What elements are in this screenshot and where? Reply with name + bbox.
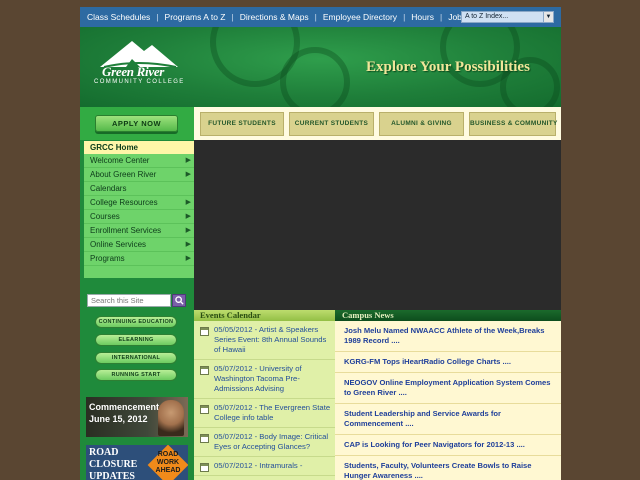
sidebar-item-about-green-river[interactable]: About Green River ▶: [84, 168, 194, 182]
chevron-right-icon: ▶: [185, 255, 191, 262]
tab-future-students[interactable]: FUTURE STUDENTS: [200, 112, 284, 136]
sidebar-item-label: Online Services: [90, 240, 147, 249]
tab-business-community[interactable]: BUSINESS & COMMUNITY: [469, 112, 557, 136]
nav-directions-maps[interactable]: Directions & Maps: [240, 12, 309, 22]
news-item[interactable]: Students, Faculty, Volunteers Create Bow…: [335, 456, 561, 480]
event-item[interactable]: 05/05/2012 - Artist & Speakers Series Ev…: [194, 321, 335, 360]
site-search-input[interactable]: Search this Site: [87, 294, 171, 307]
nav-class-schedules[interactable]: Class Schedules: [87, 12, 150, 22]
chevron-right-icon: ▶: [185, 157, 191, 164]
featured-slideshow[interactable]: [194, 140, 561, 310]
event-item[interactable]: 05/07/2012 - Body Image: Critical Eyes o…: [194, 428, 335, 457]
chevron-down-icon: ▼: [543, 12, 553, 22]
sidebar-item-label: Calendars: [90, 184, 127, 193]
college-logo[interactable]: Green River COMMUNITY COLLEGE: [92, 39, 184, 87]
search-button[interactable]: [172, 294, 186, 307]
calendar-icon: [200, 463, 209, 472]
nav-separator: |: [231, 12, 234, 22]
calendar-icon: [200, 434, 209, 443]
tab-current-students[interactable]: CURRENT STUDENTS: [289, 112, 374, 136]
event-item[interactable]: 05/07/2012 - University of Washington Ta…: [194, 360, 335, 399]
sidebar-item-label: Courses: [90, 212, 120, 221]
international-button[interactable]: INTERNATIONAL: [95, 352, 177, 364]
news-item[interactable]: KGRG-FM Tops iHeartRadio College Charts …: [335, 352, 561, 373]
promo-line-1: ROAD: [89, 447, 119, 458]
page-container: Class Schedules | Programs A to Z | Dire…: [80, 7, 561, 480]
elearning-button[interactable]: ELEARNING: [95, 334, 177, 346]
logo-name: Green River: [102, 64, 165, 79]
nav-separator: |: [314, 12, 317, 22]
promo-line-2: CLOSURE: [89, 459, 138, 470]
news-item[interactable]: Josh Melu Named NWAACC Athlete of the We…: [335, 321, 561, 352]
continuing-education-button[interactable]: CONTINUING EDUCATION: [95, 316, 177, 328]
chevron-right-icon: ▶: [185, 213, 191, 220]
chevron-right-icon: ▶: [185, 227, 191, 234]
event-item[interactable]: 05/07/2012 - The Evergreen State College…: [194, 399, 335, 428]
sidebar-item-enrollment-services[interactable]: Enrollment Services ▶: [84, 224, 194, 238]
a-to-z-index-select[interactable]: A to Z Index... ▼: [461, 11, 554, 23]
events-calendar: Events Calendar 05/05/2012 - Artist & Sp…: [194, 310, 335, 480]
logo-subtitle: COMMUNITY COLLEGE: [94, 79, 185, 85]
top-navigation: Class Schedules | Programs A to Z | Dire…: [80, 7, 561, 27]
event-text: 05/07/2012 - The Evergreen State College…: [214, 403, 331, 422]
calendar-icon: [200, 366, 209, 375]
sidebar-item-label: About Green River: [90, 170, 157, 179]
chevron-right-icon: ▶: [185, 241, 191, 248]
sidebar-item-welcome-center[interactable]: Welcome Center ▶: [84, 154, 194, 168]
sidebar-item-courses[interactable]: Courses ▶: [84, 210, 194, 224]
nav-separator: |: [156, 12, 159, 22]
campus-news: Campus News Josh Melu Named NWAACC Athle…: [335, 310, 561, 480]
search-placeholder: Search this Site: [91, 296, 144, 305]
promo-date: June 15, 2012: [89, 414, 148, 424]
chevron-right-icon: ▶: [185, 171, 191, 178]
sidebar-item-label: Programs: [90, 254, 125, 263]
calendar-icon: [200, 405, 209, 414]
events-calendar-heading[interactable]: Events Calendar: [194, 310, 335, 321]
road-sign-text: ROAD WORK AHEAD: [155, 451, 181, 474]
sidebar-item-home[interactable]: GRCC Home: [84, 141, 194, 154]
sidebar-item-college-resources[interactable]: College Resources ▶: [84, 196, 194, 210]
event-text: 05/07/2012 - University of Washington Ta…: [214, 364, 302, 393]
promo-line-3: UPDATES: [89, 471, 135, 480]
header-banner: Green River COMMUNITY COLLEGE Explore Yo…: [80, 27, 561, 107]
tagline: Explore Your Possibilities: [366, 59, 530, 75]
graduate-photo: [158, 400, 184, 436]
decorative-swirl: [280, 47, 350, 107]
sidebar-item-calendars[interactable]: Calendars: [84, 182, 194, 196]
event-item[interactable]: 05/07/2012 - Intramurals -: [194, 457, 335, 476]
a-to-z-select-value: A to Z Index...: [465, 13, 509, 20]
sidebar-item-label: Enrollment Services: [90, 226, 162, 235]
nav-programs-a-to-z[interactable]: Programs A to Z: [165, 12, 226, 22]
tab-alumni-giving[interactable]: ALUMNI & GIVING: [379, 112, 464, 136]
running-start-button[interactable]: RUNNING START: [95, 369, 177, 381]
nav-separator: |: [403, 12, 406, 22]
apply-now-button[interactable]: APPLY NOW: [95, 115, 178, 132]
event-text: 05/05/2012 - Artist & Speakers Series Ev…: [214, 325, 327, 354]
event-text: 05/07/2012 - Intramurals -: [214, 461, 303, 470]
nav-employee-directory[interactable]: Employee Directory: [323, 12, 397, 22]
news-item[interactable]: Student Leadership and Service Awards fo…: [335, 404, 561, 435]
chevron-right-icon: ▶: [185, 199, 191, 206]
road-closure-promo-banner[interactable]: ROAD CLOSURE UPDATES ROAD WORK AHEAD: [86, 445, 188, 480]
promo-title: Commencement: [89, 402, 160, 412]
event-text: 05/07/2012 - Body Image: Critical Eyes o…: [214, 432, 329, 451]
search-icon: [174, 296, 184, 305]
news-item[interactable]: CAP is Looking for Peer Navigators for 2…: [335, 435, 561, 456]
sidebar-item-programs[interactable]: Programs ▶: [84, 252, 194, 266]
sidebar-menu: Welcome Center ▶ About Green River ▶ Calen…: [84, 154, 194, 278]
nav-separator: |: [439, 12, 443, 22]
sidebar-item-online-services[interactable]: Online Services ▶: [84, 238, 194, 252]
left-sidebar: GRCC Home Welcome Center ▶ About Green Ri…: [80, 140, 194, 480]
sidebar-item-label: College Resources: [90, 198, 158, 207]
nav-hours[interactable]: Hours: [411, 12, 434, 22]
sidebar-item-label: Welcome Center: [90, 156, 150, 165]
calendar-icon: [200, 327, 209, 336]
news-item[interactable]: NEOGOV Online Employment Application Sys…: [335, 373, 561, 404]
campus-news-heading[interactable]: Campus News: [335, 310, 561, 321]
commencement-promo-banner[interactable]: Commencement June 15, 2012: [86, 397, 188, 437]
